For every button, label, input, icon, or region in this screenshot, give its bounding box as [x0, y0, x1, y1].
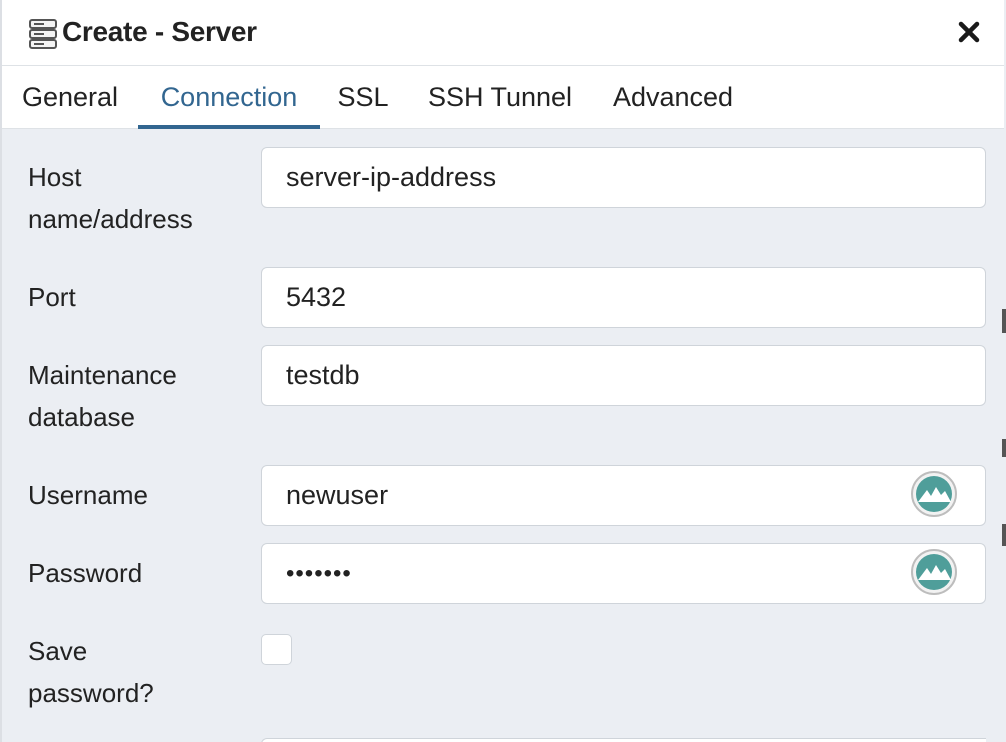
password-manager-icon[interactable] [910, 470, 958, 518]
create-server-dialog: Create - Server General Connection SSL S… [0, 0, 1006, 742]
username-field[interactable]: newuser [261, 465, 986, 526]
port-input[interactable]: 5432 [261, 267, 986, 328]
port-label: Port [28, 282, 76, 312]
next-field-partial [261, 738, 986, 742]
tab-ssh-tunnel[interactable]: SSH Tunnel [406, 66, 594, 129]
tab-ssl[interactable]: SSL [320, 66, 406, 129]
save-password-label-line1: Save [28, 636, 88, 666]
username-value[interactable]: newuser [286, 480, 388, 510]
tab-general[interactable]: General [2, 66, 138, 129]
close-icon[interactable] [956, 19, 982, 45]
save-password-label: Save password? [28, 630, 154, 714]
password-manager-icon[interactable] [910, 548, 958, 596]
save-password-label-line2: password? [28, 678, 154, 708]
tab-advanced[interactable]: Advanced [594, 66, 752, 129]
background-text-fragment [1002, 309, 1006, 333]
password-value[interactable]: ••••••• [286, 560, 352, 587]
dialog-title: Create - Server [62, 16, 257, 47]
connection-form: Host name/address server-ip-address Port… [0, 129, 1006, 742]
background-text-fragment [1002, 524, 1006, 546]
host-label-line2: name/address [28, 204, 193, 234]
host-label: Host name/address [28, 156, 193, 240]
tab-bar: General Connection SSL SSH Tunnel Advanc… [2, 66, 1004, 129]
host-label-line1: Host [28, 162, 82, 192]
maintenance-db-label-line2: database [28, 402, 135, 432]
password-label: Password [28, 558, 143, 588]
host-input[interactable]: server-ip-address [261, 147, 986, 208]
dialog-titlebar[interactable]: Create - Server [2, 0, 1004, 66]
server-icon [29, 19, 57, 49]
tab-connection[interactable]: Connection [138, 66, 320, 129]
maintenance-db-label: Maintenance database [28, 354, 177, 438]
maintenance-db-input[interactable]: testdb [261, 345, 986, 406]
username-label: Username [28, 480, 148, 510]
password-field[interactable]: ••••••• [261, 543, 986, 604]
background-text-fragment [1002, 439, 1006, 457]
maintenance-db-label-line1: Maintenance [28, 360, 177, 390]
background-strip [986, 129, 1006, 742]
save-password-checkbox[interactable] [261, 634, 292, 665]
